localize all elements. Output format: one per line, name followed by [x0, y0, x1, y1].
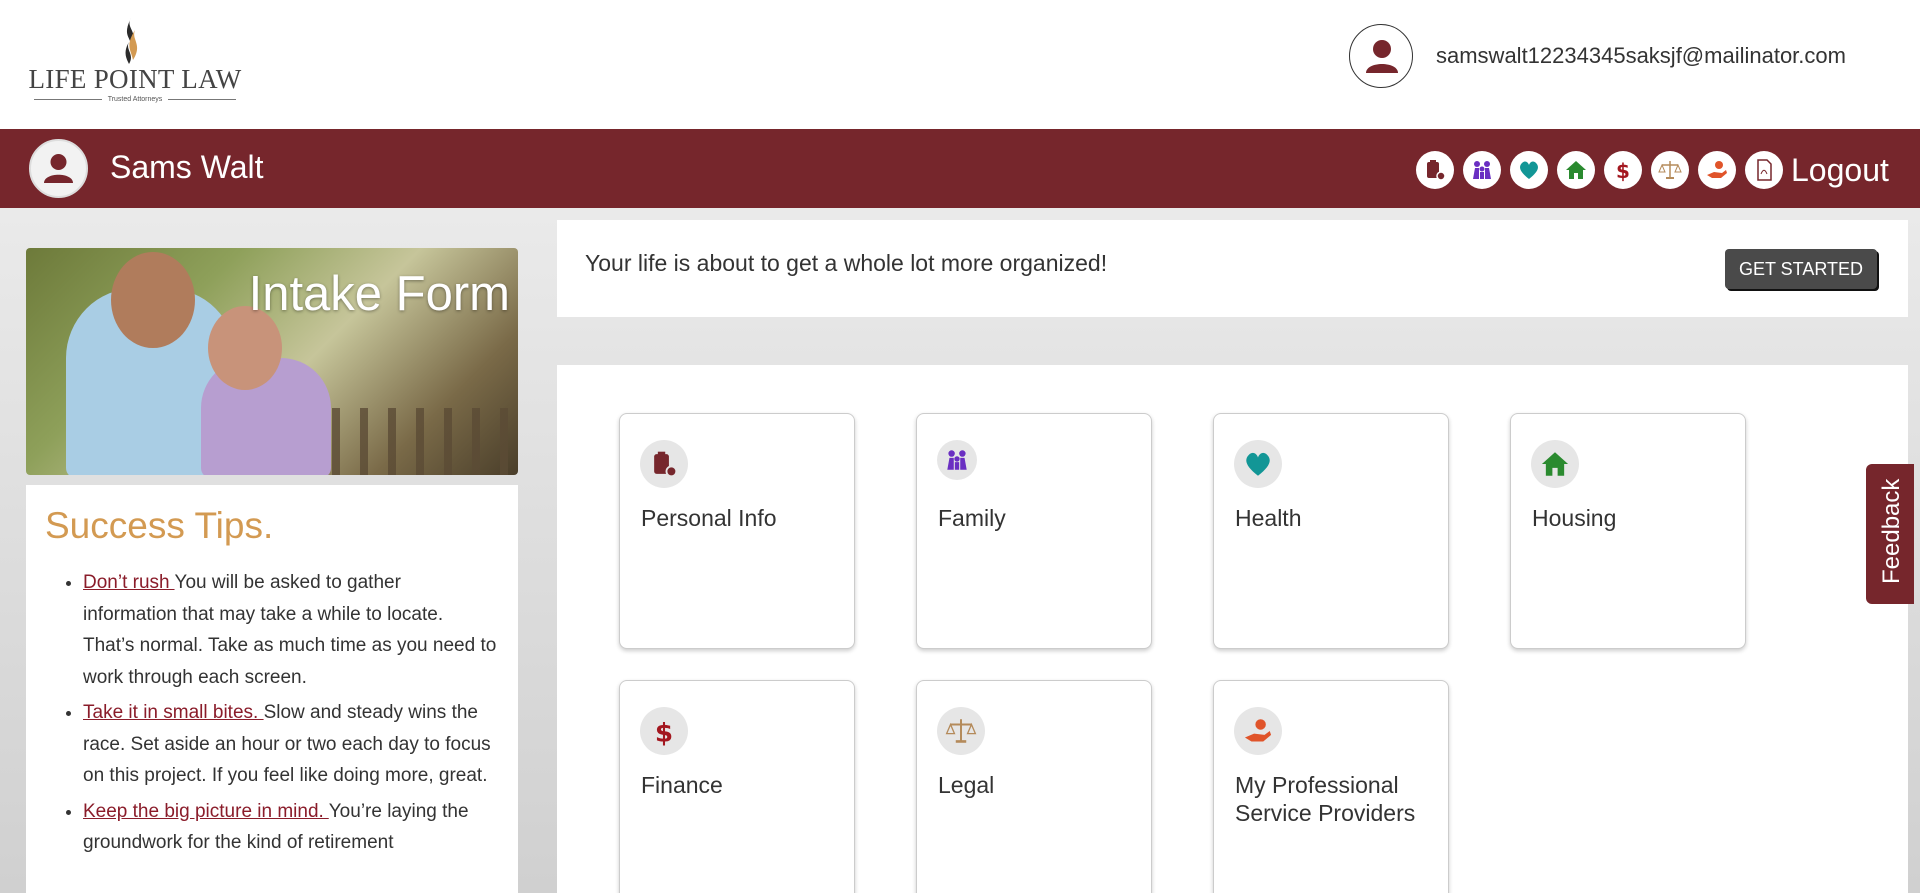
- card-label: Housing: [1532, 505, 1617, 531]
- dollar-icon: $: [640, 707, 688, 755]
- tip-link[interactable]: Keep the big picture in mind.: [83, 801, 329, 822]
- logo-tagline: Trusted Attorneys: [27, 96, 243, 103]
- heart-icon[interactable]: [1510, 151, 1548, 189]
- user-icon: [1366, 40, 1398, 73]
- user-icon: [44, 154, 73, 183]
- success-tips-panel: Success Tips. Don’t rush You will be ask…: [26, 485, 518, 893]
- family-icon[interactable]: [1463, 151, 1501, 189]
- page-body: Intake Form Success Tips. Don’t rush You…: [0, 208, 1920, 893]
- logout-link[interactable]: Logout: [1791, 152, 1889, 189]
- card-personal-info[interactable]: Personal Info: [619, 413, 855, 649]
- tip-link[interactable]: Take it in small bites.: [83, 702, 264, 723]
- card-label: Health: [1235, 505, 1302, 531]
- flame-icon: [125, 18, 138, 64]
- tips-list: Don’t rush You will be asked to gather i…: [45, 567, 499, 859]
- main-navbar: Sams Walt $ Logout: [0, 129, 1920, 208]
- house-icon: [1531, 440, 1579, 488]
- svg-text:$: $: [1616, 159, 1630, 183]
- hero-image: Intake Form: [26, 248, 518, 475]
- scales-icon[interactable]: [1651, 151, 1689, 189]
- scales-icon: [937, 707, 985, 755]
- nav-avatar[interactable]: [29, 139, 88, 198]
- feedback-label: Feedback: [1878, 478, 1905, 584]
- welcome-message: Your life is about to get a whole lot mo…: [585, 250, 1108, 276]
- card-housing[interactable]: Housing: [1510, 413, 1746, 649]
- hero-title: Intake Form: [248, 267, 510, 321]
- tips-heading: Success Tips.: [45, 505, 274, 546]
- user-avatar[interactable]: [1349, 24, 1413, 88]
- clipboard-gear-icon: [640, 440, 688, 488]
- user-email[interactable]: samswalt12234345saksjf@mailinator.com: [1436, 43, 1846, 69]
- card-health[interactable]: Health: [1213, 413, 1449, 649]
- clipboard-gear-icon[interactable]: [1416, 151, 1454, 189]
- card-label: Family: [938, 505, 1006, 531]
- category-grid: Personal Info Family Health Housing $ Fi…: [557, 365, 1908, 893]
- family-icon: [937, 440, 977, 480]
- heart-icon: [1234, 440, 1282, 488]
- top-header: LIFE POINT LAW Trusted Attorneys samswal…: [0, 0, 1920, 129]
- tip-item: Take it in small bites. Slow and steady …: [83, 697, 499, 792]
- card-finance[interactable]: $ Finance: [619, 680, 855, 893]
- card-family[interactable]: Family: [916, 413, 1152, 649]
- get-started-button[interactable]: GET STARTED: [1725, 249, 1877, 289]
- nav-user-name: Sams Walt: [110, 149, 264, 185]
- welcome-banner: Your life is about to get a whole lot mo…: [557, 220, 1908, 317]
- feedback-tab[interactable]: Feedback: [1866, 464, 1914, 604]
- tip-item: Keep the big picture in mind. You’re lay…: [83, 796, 499, 859]
- dollar-icon[interactable]: $: [1604, 151, 1642, 189]
- logo[interactable]: LIFE POINT LAW Trusted Attorneys: [27, 14, 243, 108]
- tip-item: Don’t rush You will be asked to gather i…: [83, 567, 499, 693]
- card-professional-service-providers[interactable]: My Professional Service Providers: [1213, 680, 1449, 893]
- tip-link[interactable]: Don’t rush: [83, 572, 175, 593]
- card-label: Personal Info: [641, 505, 777, 531]
- hand-gear-icon[interactable]: [1698, 151, 1736, 189]
- svg-text:$: $: [655, 718, 673, 748]
- card-legal[interactable]: Legal: [916, 680, 1152, 893]
- card-label: Legal: [938, 772, 995, 798]
- hand-gear-icon: [1234, 707, 1282, 755]
- nav-icon-bar: $: [1416, 151, 1783, 189]
- card-label: My Professional Service Providers: [1235, 772, 1416, 826]
- house-icon[interactable]: [1557, 151, 1595, 189]
- pdf-icon[interactable]: [1745, 151, 1783, 189]
- logo-text: LIFE POINT LAW: [28, 64, 242, 94]
- card-label: Finance: [641, 772, 723, 798]
